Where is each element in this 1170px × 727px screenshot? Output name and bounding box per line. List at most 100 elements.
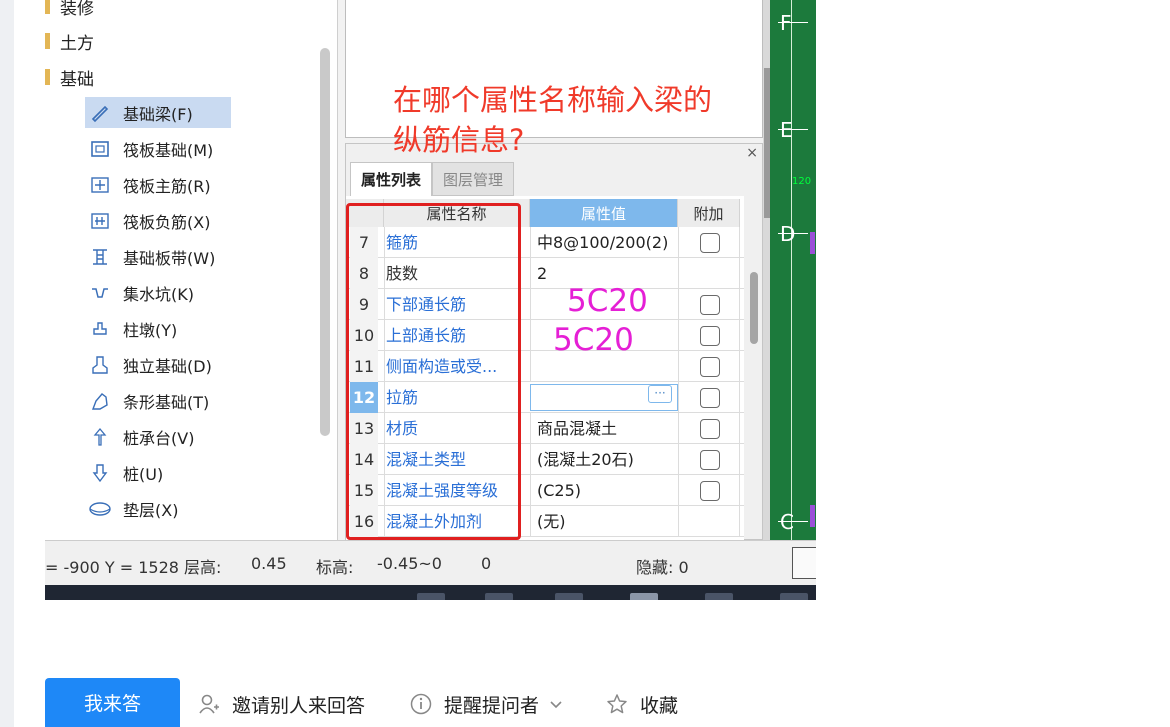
extra-cell	[678, 413, 740, 444]
tree-item-label: 条形基础(T)	[123, 392, 210, 412]
taskbar-icon[interactable]	[705, 593, 733, 600]
extra-cell	[678, 227, 740, 258]
property-value[interactable]: 中8@100/200(2)	[530, 227, 678, 258]
dimension-label: 120	[792, 176, 812, 187]
grid-line	[791, 0, 792, 540]
tree-item-slab-strip[interactable]: 基础板带(W)	[85, 241, 231, 272]
folder-open-icon	[45, 69, 50, 85]
status-zero: 0	[481, 554, 492, 573]
remind-label: 提醒提问者	[444, 694, 540, 717]
tree-item-column-pier[interactable]: 柱墩(Y)	[85, 313, 231, 344]
tree-item-pile-cap[interactable]: 桩承台(V)	[85, 421, 231, 452]
axis-marker: F	[770, 11, 816, 35]
property-value[interactable]: (C25)	[530, 475, 678, 506]
tree-item-cushion[interactable]: 垫层(X)	[85, 493, 231, 524]
favorite-label: 收藏	[640, 694, 679, 717]
element-marker	[810, 505, 815, 527]
tree-item-label: 筏板基础(M)	[123, 140, 214, 160]
coordinates-text: = -900 Y = 1528 层高:	[45, 558, 222, 577]
property-value[interactable]: (无)	[530, 506, 678, 537]
tree-category-label: 土方	[60, 33, 94, 54]
cad-canvas[interactable]: F E D C 120	[770, 0, 816, 540]
raft-main-rebar-icon	[89, 175, 111, 195]
annotation-answer: 5C20	[553, 322, 634, 358]
extra-checkbox[interactable]	[700, 481, 720, 501]
extra-checkbox[interactable]	[700, 419, 720, 439]
answer-button[interactable]: 我来答	[45, 678, 180, 727]
tree-item-pile[interactable]: 桩(U)	[85, 457, 231, 488]
extra-checkbox[interactable]	[700, 450, 720, 470]
tree-category-foundation[interactable]: 基础	[45, 65, 94, 90]
element-marker	[810, 232, 815, 254]
property-value[interactable]: (混凝土20石)	[530, 444, 678, 475]
tree-category-decoration[interactable]: 装修	[45, 0, 94, 19]
axis-label: F	[780, 11, 792, 35]
isolated-footing-icon	[89, 355, 111, 375]
extra-cell	[678, 258, 740, 289]
cushion-icon	[89, 499, 111, 519]
extra-checkbox[interactable]	[700, 295, 720, 315]
axis-marker: E	[770, 118, 816, 142]
tree-item-isolated-footing[interactable]: 独立基础(D)	[85, 349, 231, 380]
chevron-down-icon	[545, 693, 567, 715]
extra-checkbox[interactable]	[700, 233, 720, 253]
tree-item-raft-negative-rebar[interactable]: 筏板负筋(X)	[85, 205, 231, 236]
taskbar-icon[interactable]	[630, 593, 658, 600]
extra-cell	[678, 351, 740, 382]
beam-icon	[89, 103, 111, 123]
taskbar-icon[interactable]	[555, 593, 583, 600]
favorite-button[interactable]: 收藏	[606, 690, 678, 718]
tree-scrollbar[interactable]	[320, 48, 330, 436]
tree-item-label: 垫层(X)	[123, 500, 179, 520]
tree-item-label: 独立基础(D)	[123, 356, 212, 376]
extra-cell	[678, 444, 740, 475]
tree-category-earthwork[interactable]: 土方	[45, 29, 94, 54]
tree-item-raft-main-rebar[interactable]: 筏板主筋(R)	[85, 169, 231, 200]
raft-icon	[89, 139, 111, 159]
tree-item-label: 筏板负筋(X)	[123, 212, 211, 232]
panel-tabs: 属性列表 图层管理	[350, 162, 515, 196]
pile-cap-icon	[89, 427, 111, 447]
tree-item-label: 集水坑(K)	[123, 284, 194, 304]
strip-footing-icon	[89, 391, 111, 411]
extra-checkbox[interactable]	[700, 326, 720, 346]
person-icon	[198, 693, 220, 715]
extra-checkbox[interactable]	[700, 357, 720, 377]
remind-asker-button[interactable]: 提醒提问者	[410, 690, 567, 718]
invite-answer-button[interactable]: 邀请别人来回答	[198, 690, 365, 718]
more-options-button[interactable]: ···	[648, 385, 672, 403]
axis-label: C	[780, 510, 794, 534]
annotation-answer: 5C20	[567, 283, 648, 319]
corner-toggle-icon[interactable]	[792, 547, 816, 579]
tree-item-label: 筏板主筋(R)	[123, 176, 211, 196]
status-bar: = -900 Y = 1528 层高: 0.45 标高: -0.45~0 0 隐…	[45, 540, 816, 585]
property-value[interactable]: 商品混凝土	[530, 413, 678, 444]
extra-checkbox[interactable]	[700, 388, 720, 408]
elevation-value: -0.45~0	[377, 554, 442, 573]
info-icon	[410, 693, 432, 715]
tree-item-label: 基础板带(W)	[123, 248, 216, 268]
taskbar-icon[interactable]	[485, 593, 513, 600]
taskbar-icon[interactable]	[417, 593, 445, 600]
column-pier-icon	[89, 319, 111, 339]
tree-item-foundation-beam[interactable]: 基础梁(F)	[85, 97, 231, 128]
tab-layer-management[interactable]: 图层管理	[432, 162, 515, 196]
grid-header-value: 属性值	[530, 199, 678, 227]
tree-category-label: 装修	[60, 0, 94, 19]
grid-header-extra: 附加	[678, 199, 740, 227]
tree-item-strip-footing[interactable]: 条形基础(T)	[85, 385, 231, 416]
highlight-box	[346, 203, 521, 540]
tree-item-raft-foundation[interactable]: 筏板基础(M)	[85, 133, 231, 164]
slab-strip-icon	[89, 247, 111, 267]
annotation-question: 在哪个属性名称输入梁的纵筋信息?	[393, 83, 713, 157]
taskbar-icon[interactable]	[780, 593, 808, 600]
tree-item-label: 桩承台(V)	[123, 428, 195, 448]
left-gutter	[0, 0, 14, 727]
tab-property-list[interactable]: 属性列表	[350, 162, 433, 196]
tree-item-sump[interactable]: 集水坑(K)	[85, 277, 231, 308]
close-icon[interactable]: ×	[746, 145, 758, 161]
invite-label: 邀请别人来回答	[232, 694, 366, 717]
taskbar	[45, 585, 816, 600]
pile-icon	[89, 463, 111, 483]
panel-scrollbar[interactable]	[750, 272, 758, 344]
